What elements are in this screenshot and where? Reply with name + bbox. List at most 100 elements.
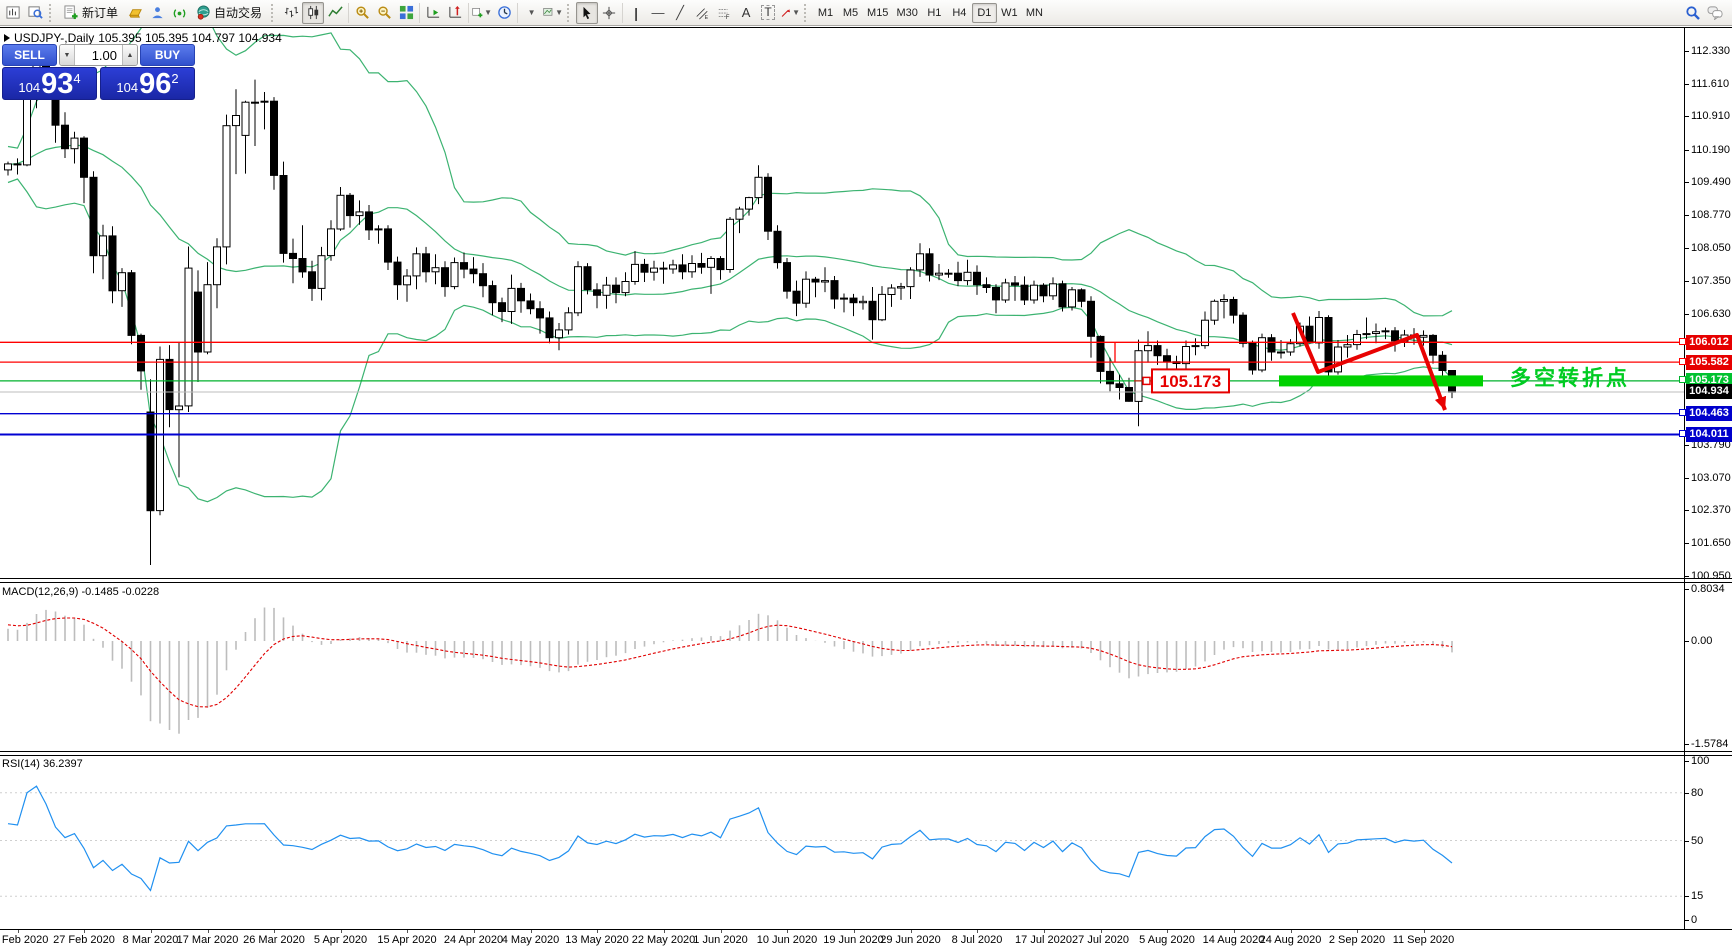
macd-pane-canvas[interactable]: [0, 584, 1684, 751]
candle[interactable]: [451, 263, 458, 287]
candle[interactable]: [556, 330, 563, 338]
candle[interactable]: [1420, 335, 1427, 337]
chart-shift-button[interactable]: [444, 2, 466, 24]
candle[interactable]: [1325, 318, 1332, 372]
level-anchor-square[interactable]: [1679, 358, 1686, 365]
candle[interactable]: [1012, 283, 1019, 285]
funds-button[interactable]: [124, 2, 146, 24]
signals-button[interactable]: [168, 2, 190, 24]
candle[interactable]: [195, 292, 202, 352]
candle[interactable]: [527, 301, 534, 309]
candle[interactable]: [413, 254, 420, 276]
candle[interactable]: [869, 301, 876, 319]
candle[interactable]: [119, 273, 126, 291]
candle[interactable]: [1382, 331, 1389, 332]
candle[interactable]: [755, 177, 762, 197]
candle[interactable]: [898, 287, 905, 288]
candle[interactable]: [375, 229, 382, 230]
sell-price-box[interactable]: 104 93 4: [2, 67, 97, 100]
level-anchor-square[interactable]: [1679, 376, 1686, 383]
candle[interactable]: [100, 236, 107, 256]
volume-input[interactable]: 1.00: [75, 45, 122, 65]
level-anchor-square[interactable]: [1679, 338, 1686, 345]
text-tool-button[interactable]: A: [735, 2, 757, 24]
candle[interactable]: [1164, 356, 1171, 362]
candle[interactable]: [1430, 335, 1437, 355]
candle[interactable]: [366, 212, 373, 230]
candle[interactable]: [584, 267, 591, 290]
candle[interactable]: [508, 288, 515, 311]
sell-button[interactable]: SELL: [2, 44, 57, 66]
templates-button[interactable]: ▼: [542, 2, 564, 24]
candle[interactable]: [1154, 346, 1161, 356]
candle[interactable]: [888, 288, 895, 295]
buy-button[interactable]: BUY: [140, 44, 195, 66]
pane-splitter[interactable]: [0, 578, 1732, 579]
candle[interactable]: [945, 273, 952, 274]
timeframe-button-m30[interactable]: M30: [892, 3, 921, 23]
candle[interactable]: [784, 263, 791, 292]
candle[interactable]: [14, 164, 21, 165]
candle[interactable]: [1287, 344, 1294, 352]
candle[interactable]: [822, 281, 829, 282]
candle[interactable]: [337, 195, 344, 229]
candle[interactable]: [1021, 285, 1028, 300]
main-chart-can[interactable]: 105.173多空转折点: [0, 28, 1684, 578]
new-chart-window-button[interactable]: [2, 2, 24, 24]
candle[interactable]: [1211, 301, 1218, 320]
level-anchor-square[interactable]: [1679, 409, 1686, 416]
horizontal-line-tool-button[interactable]: —: [647, 2, 669, 24]
candle[interactable]: [461, 263, 468, 270]
candle[interactable]: [71, 138, 78, 149]
candle[interactable]: [214, 247, 221, 285]
rsi-pane-canvas[interactable]: [0, 756, 1684, 928]
candle[interactable]: [1249, 343, 1256, 370]
zoom-in-button[interactable]: [351, 2, 373, 24]
candle[interactable]: [1088, 301, 1095, 336]
candle[interactable]: [1221, 300, 1228, 302]
candle[interactable]: [1107, 371, 1114, 383]
candle[interactable]: [81, 138, 88, 177]
publisher-button[interactable]: [146, 2, 168, 24]
candle[interactable]: [233, 116, 240, 126]
fibonacci-tool-button[interactable]: F: [713, 2, 735, 24]
candle[interactable]: [964, 272, 971, 280]
auto-scroll-button[interactable]: [422, 2, 444, 24]
candle[interactable]: [812, 279, 819, 282]
candle[interactable]: [1316, 318, 1323, 343]
candle[interactable]: [955, 273, 962, 280]
candle[interactable]: [1230, 300, 1237, 316]
candle[interactable]: [309, 272, 316, 289]
candle[interactable]: [499, 303, 506, 312]
candle[interactable]: [109, 236, 116, 291]
candle[interactable]: [290, 253, 297, 258]
bar-chart-button[interactable]: [280, 2, 302, 24]
candle[interactable]: [736, 209, 743, 219]
timeframe-button-d1[interactable]: D1: [972, 3, 997, 23]
new-window-button[interactable]: ▼: [471, 2, 493, 24]
candle[interactable]: [24, 96, 31, 165]
buy-price-box[interactable]: 104 96 2: [100, 67, 195, 100]
timeframe-button-h1[interactable]: H1: [922, 3, 947, 23]
candle[interactable]: [879, 294, 886, 319]
candle[interactable]: [841, 298, 848, 299]
channel-tool-button[interactable]: E: [691, 2, 713, 24]
timeframe-button-m15[interactable]: M15: [863, 3, 892, 23]
candle[interactable]: [147, 412, 154, 511]
candle[interactable]: [575, 267, 582, 313]
candle[interactable]: [1268, 338, 1275, 352]
candle[interactable]: [936, 273, 943, 275]
candle[interactable]: [860, 301, 867, 302]
candle[interactable]: [1373, 332, 1380, 334]
candle[interactable]: [594, 290, 601, 296]
candle[interactable]: [632, 264, 639, 281]
candle[interactable]: [252, 102, 259, 103]
candle[interactable]: [1192, 346, 1199, 347]
candle[interactable]: [850, 298, 857, 303]
candle[interactable]: [1059, 284, 1066, 307]
candle[interactable]: [328, 229, 335, 256]
candle[interactable]: [1145, 346, 1152, 351]
cursor-tool-button[interactable]: [576, 2, 598, 24]
candle[interactable]: [1069, 290, 1076, 307]
candle[interactable]: [1363, 334, 1370, 335]
